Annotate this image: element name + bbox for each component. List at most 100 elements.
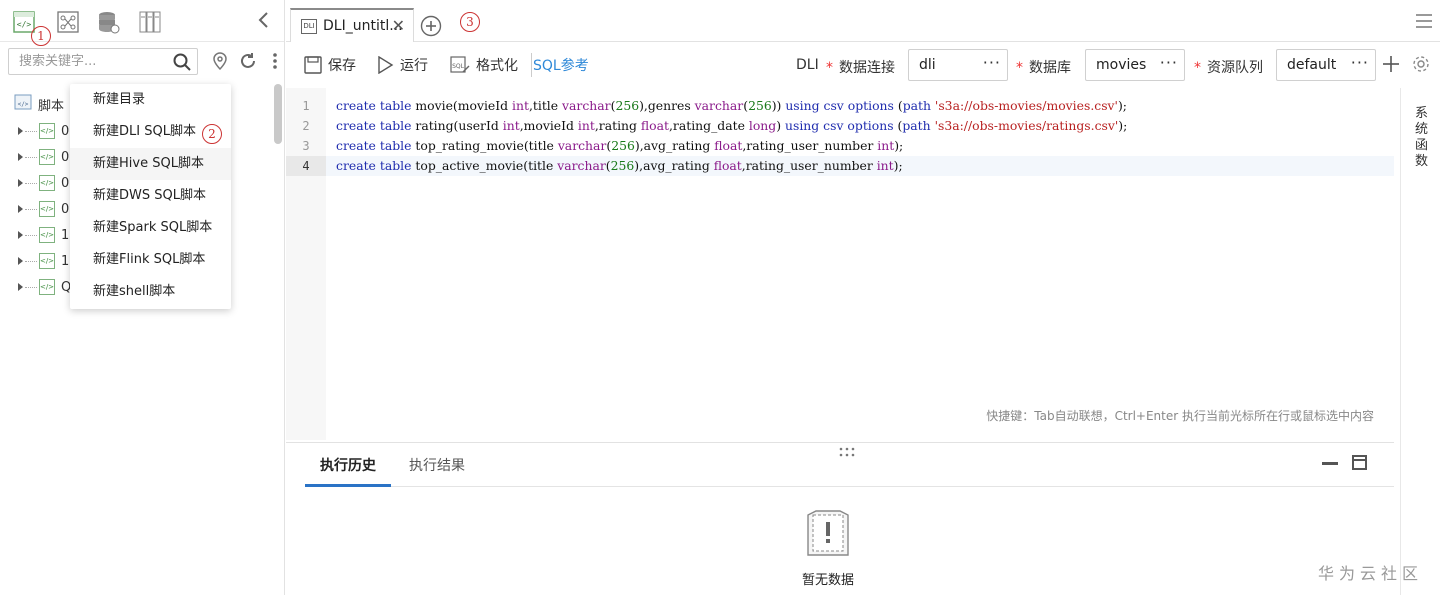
menu-item-new-dws-sql[interactable]: 新建DWS SQL脚本 [70,180,231,212]
sql-reference-link[interactable]: SQL参考 [531,53,589,77]
script-file-icon: </> [39,253,55,269]
add-queue-icon[interactable] [1382,55,1400,73]
svg-text:SQL: SQL [452,63,465,70]
expand-arrow-icon[interactable] [18,179,23,187]
app-window: </> 1 搜索关键字... </> 脚本 </> 0 </> 0 </> 0 … [0,0,1440,595]
play-icon [378,56,394,74]
script-file-icon: </> [39,175,55,191]
tree-connector [25,156,37,158]
folder-icon: </> [14,93,32,115]
save-label: 保存 [328,58,356,74]
close-tab-icon[interactable]: ✕ [392,16,405,35]
add-tab-icon[interactable] [420,15,442,37]
queue-label: * 资源队列 [1194,57,1263,77]
connection-label: * 数据连接 [826,57,895,77]
menu-item-new-spark-sql[interactable]: 新建Spark SQL脚本 [70,212,231,244]
database-icon[interactable] [96,10,120,34]
tree-item[interactable]: </> 0 [18,174,69,192]
more-vertical-icon[interactable] [266,52,284,70]
sql-editor[interactable]: 1 2 3 4 create table movie(movieId int,t… [286,88,1394,440]
tree-connector [25,286,37,288]
save-icon [304,56,322,74]
expand-arrow-icon[interactable] [18,127,23,135]
run-button[interactable]: 运行 [376,53,428,77]
menu-item-new-shell[interactable]: 新建shell脚本 [70,276,231,308]
system-functions-panel[interactable]: 系统函数 [1400,88,1440,595]
no-data-text: 暂无数据 [801,573,854,588]
database-label: * 数据库 [1016,57,1071,77]
tree-root-scripts[interactable]: </> 脚本 [14,94,64,114]
left-panel: </> 1 搜索关键字... </> 脚本 </> 0 </> 0 </> 0 … [0,0,285,595]
tree-item[interactable]: </> 1 [18,252,69,270]
queue-more-icon[interactable]: ··· [1351,50,1369,76]
locate-icon[interactable] [211,52,229,71]
tree-item[interactable]: </> Q [18,278,71,296]
collapse-panel-icon[interactable] [256,10,272,30]
code-line[interactable]: create table movie(movieId int,title var… [336,96,1127,116]
menu-icon[interactable] [1416,14,1432,28]
tree-item[interactable]: </> 0 [18,122,69,140]
search-input[interactable] [8,48,198,75]
svg-text:</>: </> [17,20,32,29]
run-label: 运行 [400,58,428,74]
line-number-gutter: 1 2 3 4 [286,88,326,440]
maximize-icon[interactable] [1352,455,1367,470]
tab-execution-history[interactable]: 执行历史 [320,455,376,475]
tab-bar: DLI DLI_untitl... ✕ 3 [286,0,1440,42]
search-icon[interactable] [172,52,192,72]
shortcut-hint: 快捷键：Tab自动联想，Ctrl+Enter 执行当前光标所在行或鼠标选中内容 [986,409,1374,423]
tree-scrollbar[interactable] [274,84,282,144]
save-button[interactable]: 保存 [304,53,356,77]
tree-connector [25,234,37,236]
database-select[interactable]: movies ··· [1085,49,1185,81]
tree-connector [25,260,37,262]
menu-item-new-flink-sql[interactable]: 新建Flink SQL脚本 [70,244,231,276]
code-line[interactable]: create table rating(userId int,movieId i… [336,116,1127,136]
database-more-icon[interactable]: ··· [1160,50,1178,76]
gear-icon[interactable] [1412,55,1430,73]
tree-item[interactable]: </> 1 [18,226,69,244]
database-label-text: 数据库 [1029,60,1071,76]
engine-label: DLI [796,57,819,73]
tree-root-label: 脚本 [38,98,65,114]
connection-select[interactable]: dli ··· [908,49,1008,81]
expand-arrow-icon[interactable] [18,257,23,265]
tree-item[interactable]: </> 0 [18,200,69,218]
tab-execution-result[interactable]: 执行结果 [409,455,465,475]
tree-item-label: 0 [61,175,70,191]
line-number: 1 [302,99,310,113]
minimize-icon[interactable] [1322,462,1338,465]
result-panel: 执行历史 执行结果 暂无数据 [286,442,1394,595]
code-line[interactable]: create table top_rating_movie(title varc… [336,136,903,156]
tree-item[interactable]: </> 0 [18,148,69,166]
tab-divider [305,486,1394,487]
line-number-active: 4 [286,156,326,176]
svg-text:</>: </> [18,101,29,108]
tab-dli-untitled[interactable]: DLI DLI_untitl... ✕ [290,8,414,42]
connection-value: dli [919,57,936,73]
format-button[interactable]: SQL 格式化 [450,53,518,77]
connection-more-icon[interactable]: ··· [983,50,1001,76]
queue-value: default [1287,57,1337,73]
job-dev-icon[interactable] [56,10,80,34]
format-label: 格式化 [476,58,518,74]
expand-arrow-icon[interactable] [18,231,23,239]
expand-arrow-icon[interactable] [18,153,23,161]
menu-item-new-hive-sql[interactable]: 新建Hive SQL脚本 [70,148,231,180]
tree-item-label: 0 [61,149,70,165]
script-file-icon: </> [39,227,55,243]
code-line[interactable]: create table top_active_movie(title varc… [336,156,903,176]
database-value: movies [1096,57,1147,73]
system-functions-label[interactable]: 系统函数 [1415,106,1429,170]
menu-item-new-folder[interactable]: 新建目录 [70,84,231,116]
drag-handle-icon[interactable] [838,446,856,457]
line-number: 3 [302,139,310,153]
required-mark: * [1016,60,1023,76]
queue-select[interactable]: default ··· [1276,49,1376,81]
refresh-icon[interactable] [239,52,257,70]
resource-icon[interactable] [138,10,162,34]
expand-arrow-icon[interactable] [18,205,23,213]
annotation-marker-3: 3 [460,12,480,32]
script-file-icon: </> [39,279,55,295]
expand-arrow-icon[interactable] [18,283,23,291]
